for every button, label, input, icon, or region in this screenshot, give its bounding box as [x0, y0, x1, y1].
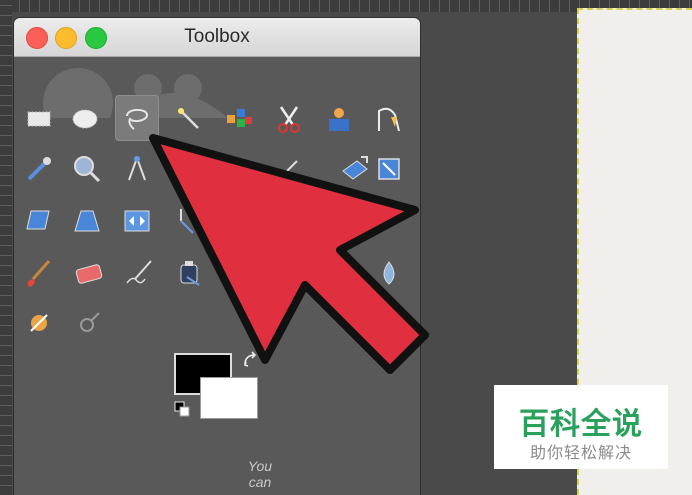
airbrush-icon	[27, 260, 51, 287]
hint-text: You can	[247, 458, 273, 490]
airbrush-tool[interactable]	[20, 254, 58, 292]
rect-select-icon	[27, 111, 51, 127]
default-colors-icon[interactable]	[174, 401, 190, 417]
eyedropper-icon	[27, 157, 51, 181]
red-arrow-annotation	[149, 134, 429, 374]
rect-select-tool[interactable]	[20, 100, 58, 138]
color-picker-tool[interactable]	[20, 150, 58, 188]
watermark-badge: 百科全说 助你轻松解决	[494, 385, 668, 469]
heal-tool[interactable]	[70, 304, 108, 342]
left-ruler	[0, 0, 12, 495]
background-color[interactable]	[200, 377, 258, 419]
flip-icon	[26, 210, 50, 230]
zoom-tool[interactable]	[68, 150, 106, 188]
watermark-title: 百科全说	[519, 407, 643, 442]
ellipse-select-icon	[72, 109, 98, 129]
clone-tool[interactable]	[20, 304, 58, 342]
cage-icon	[74, 210, 100, 232]
magnifier-icon	[74, 156, 101, 183]
clone-icon	[30, 314, 48, 332]
cage-transform-tool[interactable]	[68, 202, 106, 240]
ink-icon	[75, 264, 103, 284]
window-title: Toolbox	[184, 26, 250, 47]
flip-tool[interactable]	[20, 202, 58, 240]
ellipse-select-tool[interactable]	[66, 100, 104, 138]
heal-icon	[80, 312, 100, 332]
ink-tool[interactable]	[70, 254, 108, 292]
title-bar[interactable]: Toolbox	[14, 18, 420, 57]
watermark-subtitle: 助你轻松解决	[529, 443, 632, 462]
